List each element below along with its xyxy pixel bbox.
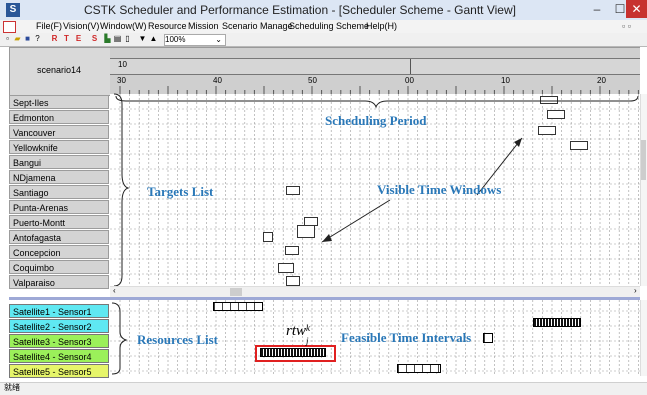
menu-window[interactable]: Window(W) — [100, 20, 147, 33]
document-view-icon[interactable]: ▯ — [123, 34, 132, 44]
hour-divider — [410, 59, 411, 74]
new-file-icon[interactable]: ▫ — [3, 34, 12, 44]
menu-scheduling-scheme[interactable]: Scheduling Scheme — [289, 20, 369, 33]
grid-icon[interactable]: ▤ — [113, 34, 122, 44]
zoom-value: 100% — [165, 35, 186, 44]
feasible-time-interval[interactable] — [213, 302, 263, 311]
resource-row[interactable]: Satellite1 - Sensor1 — [9, 304, 109, 318]
resource-row[interactable]: Satellite5 - Sensor5 — [9, 364, 109, 378]
tick-label: 40 — [213, 76, 222, 85]
minor-ticks — [119, 86, 639, 94]
tick-label: 00 — [405, 76, 414, 85]
menu-help[interactable]: Help(H) — [366, 20, 397, 33]
menu-scenario-manage[interactable]: Scenario Manage — [222, 20, 293, 33]
menu-resource[interactable]: Resource — [148, 20, 187, 33]
resources-brace — [111, 302, 128, 375]
rtw-superscript: k — [306, 323, 311, 333]
tick-label: 50 — [308, 76, 317, 85]
feasible-time-interval[interactable] — [483, 333, 493, 343]
feasible-time-interval[interactable] — [533, 318, 581, 327]
tick-label: 20 — [597, 76, 606, 85]
toolbar: ▫ ▰ ■ ? R T E S ▙ ▤ ▯ ▼ ▲ 100% ⌄ — [0, 33, 647, 47]
toolbar-r-button[interactable]: R — [50, 34, 59, 44]
horizontal-scroll-thumb[interactable] — [230, 288, 242, 296]
resource-row[interactable]: Satellite4 - Sensor4 — [9, 349, 109, 363]
chevron-down-icon: ⌄ — [215, 35, 222, 44]
arrowhead-icon — [322, 234, 332, 242]
target-row[interactable]: Sept-Iles — [9, 95, 109, 109]
rtw-label: rtw k j — [286, 323, 311, 346]
window-title: CSTK Scheduler and Performance Estimatio… — [84, 3, 516, 17]
menu-file[interactable]: File(F) — [36, 20, 62, 33]
target-row[interactable]: Yellowknife — [9, 140, 109, 154]
arrowhead-icon — [514, 138, 522, 147]
target-row[interactable]: Bangui — [9, 155, 109, 169]
rtw-subscript: j — [306, 336, 309, 346]
document-icon[interactable] — [3, 21, 16, 33]
toolbar-t-button[interactable]: T — [62, 34, 71, 44]
annotation-targets-list: Targets List — [147, 184, 214, 199]
scroll-right-icon[interactable]: › — [634, 286, 637, 295]
resource-row[interactable]: Satellite3 - Sensor3 — [9, 334, 109, 348]
targets-brace — [113, 93, 130, 287]
resource-scrollbar[interactable] — [640, 300, 647, 376]
scenario-name: scenario14 — [36, 65, 82, 75]
zoom-select[interactable]: 100% ⌄ — [164, 34, 226, 46]
target-row[interactable]: Valparaiso — [9, 275, 109, 289]
scroll-left-icon[interactable]: ‹ — [113, 286, 116, 295]
chart-icon[interactable]: ▙ — [103, 34, 112, 44]
annotation-visible-time-windows: Visible Time Windows — [377, 182, 502, 197]
menu-bar: File(F) Vision(V) Window(W) Resource Mis… — [0, 20, 647, 33]
resource-row[interactable]: Satellite2 - Sensor2 — [9, 319, 109, 333]
menu-mission[interactable]: Mission — [188, 20, 219, 33]
mdi-restore-icon[interactable]: ▫ ▫ — [622, 20, 631, 33]
target-row[interactable]: Santiago — [9, 185, 109, 199]
timeline-hour-label: 10 — [118, 60, 127, 69]
vertical-scroll-thumb[interactable] — [641, 140, 646, 180]
minimize-button[interactable]: – — [586, 0, 608, 18]
target-row[interactable]: Edmonton — [9, 110, 109, 124]
tick-label: 30 — [117, 76, 126, 85]
menu-vision[interactable]: Vision(V) — [63, 20, 99, 33]
feasible-time-interval[interactable] — [397, 364, 441, 373]
toolbar-e-button[interactable]: E — [74, 34, 83, 44]
highlighted-interval-box — [255, 345, 336, 362]
target-row[interactable]: Puerto-Montt — [9, 215, 109, 229]
tick-label: 10 — [501, 76, 510, 85]
status-bar — [0, 382, 647, 395]
annotation-scheduling-period: Scheduling Period — [325, 113, 427, 128]
help-icon[interactable]: ? — [33, 34, 42, 44]
vertical-scrollbar[interactable] — [640, 94, 647, 286]
annotation-resources-list: Resources List — [137, 332, 219, 347]
target-row[interactable]: NDjamena — [9, 170, 109, 184]
toolbar-s-button[interactable]: S — [90, 34, 99, 44]
arrow-to-windows — [321, 199, 391, 243]
home-icon[interactable]: ▲ — [149, 34, 158, 44]
target-row[interactable]: Punta-Arenas — [9, 200, 109, 214]
timeline-hour-row — [110, 58, 640, 75]
target-row[interactable]: Concepcion — [9, 245, 109, 259]
annotation-feasible-time-intervals: Feasible Time Intervals — [341, 330, 472, 345]
open-folder-icon[interactable]: ▰ — [13, 34, 22, 44]
save-icon[interactable]: ■ — [23, 34, 32, 44]
scheduling-period-brace — [115, 95, 639, 109]
target-row[interactable]: Vancouver — [9, 125, 109, 139]
target-row[interactable]: Coquimbo — [9, 260, 109, 274]
status-text: 就绪 — [4, 383, 20, 392]
target-row[interactable]: Antofagasta — [9, 230, 109, 244]
filter-icon[interactable]: ▼ — [138, 34, 147, 44]
close-button[interactable]: ✕ — [626, 0, 647, 18]
